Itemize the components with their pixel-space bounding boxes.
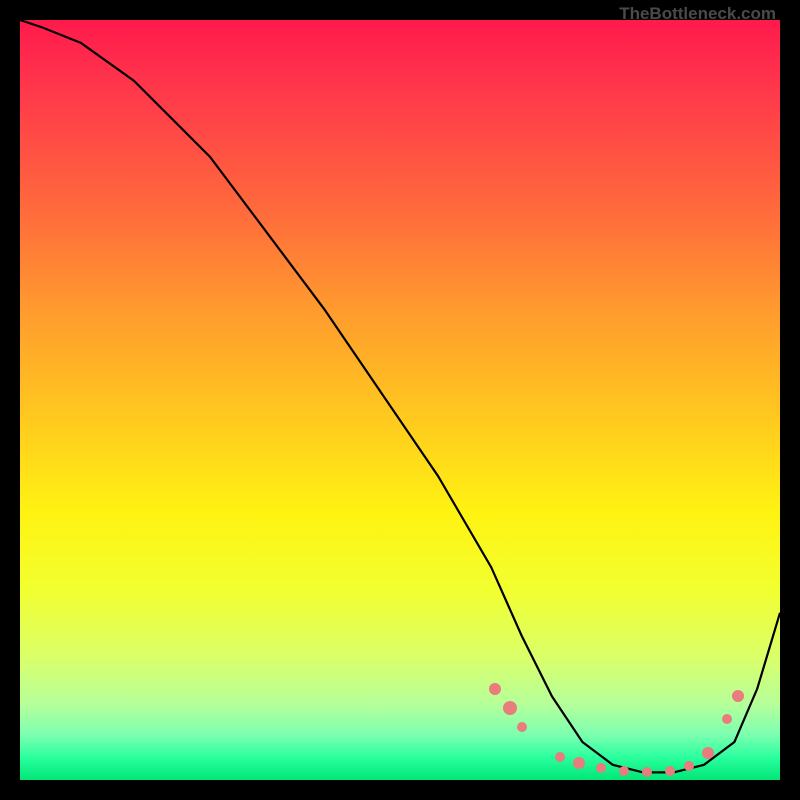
- curve-marker: [732, 690, 744, 702]
- curve-marker: [503, 701, 517, 715]
- curve-marker: [642, 767, 652, 777]
- curve-marker: [702, 747, 714, 759]
- curve-marker: [573, 757, 585, 769]
- curve-marker: [555, 752, 565, 762]
- chart-container: TheBottleneck.com: [0, 0, 800, 800]
- curve-marker: [517, 722, 527, 732]
- curve-marker: [722, 714, 732, 724]
- bottleneck-curve: [20, 20, 780, 780]
- attribution-text: TheBottleneck.com: [619, 4, 776, 24]
- curve-marker: [596, 763, 606, 773]
- curve-marker: [619, 766, 629, 776]
- curve-marker: [684, 761, 694, 771]
- plot-area: [20, 20, 780, 780]
- curve-marker: [665, 766, 675, 776]
- curve-marker: [489, 683, 501, 695]
